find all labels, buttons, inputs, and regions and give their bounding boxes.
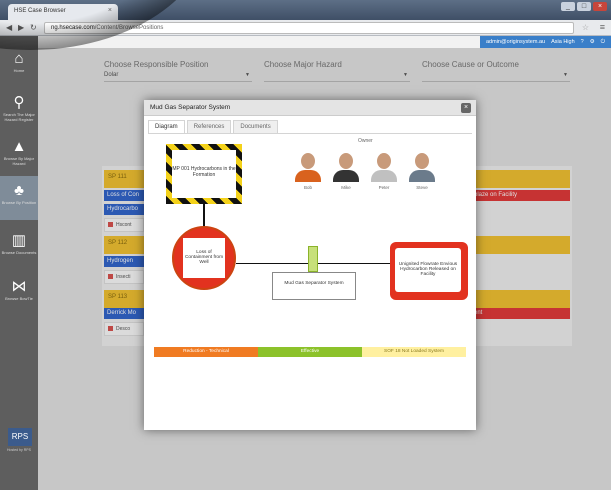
owners-label: Owner bbox=[358, 138, 373, 144]
warning-icon: ▲ bbox=[11, 138, 27, 155]
settings-icon[interactable]: ⚙ bbox=[590, 39, 595, 45]
risk-menu[interactable]: Asia High bbox=[551, 39, 575, 45]
barrier-box[interactable]: Mud Gas Separator System bbox=[272, 272, 356, 300]
legend-item: SOF 18 Not Loaded System bbox=[362, 347, 466, 357]
owner-name: Bob bbox=[303, 185, 312, 190]
url-input[interactable]: ng.hsecase.com/Content/BrowsePositions bbox=[44, 22, 574, 34]
app-topbar: admin@originsystem.au Asia High ? ⚙ ⏻ bbox=[38, 36, 611, 48]
window-close-icon[interactable]: × bbox=[593, 2, 607, 11]
book-icon: ▥ bbox=[11, 232, 27, 249]
address-bar: ◀ ▶ ↻ ng.hsecase.com/Content/BrowsePosit… bbox=[0, 20, 611, 36]
maximize-icon[interactable]: □ bbox=[577, 2, 591, 11]
back-icon[interactable]: ◀ bbox=[6, 23, 12, 32]
bowtie-modal: Mud Gas Separator System × Diagram Refer… bbox=[144, 100, 476, 430]
search-icon: ⚲ bbox=[13, 94, 25, 111]
sidebar-item-label: Browse Documents bbox=[1, 250, 37, 255]
app-root: HSE Case Browser × _ □ × ◀ ▶ ↻ ng.hsecas… bbox=[0, 0, 611, 490]
sidebar-item-label: Browse By Major Hazard bbox=[3, 156, 35, 166]
help-icon[interactable]: ? bbox=[581, 39, 584, 45]
barrier-legend: Reduction - Technical Effective SOF 18 N… bbox=[154, 347, 466, 357]
owner-photo[interactable] bbox=[330, 148, 362, 182]
url-domain: ng.hsecase.com bbox=[51, 25, 95, 31]
star-icon[interactable]: ☆ bbox=[582, 23, 589, 32]
minimize-icon[interactable]: _ bbox=[561, 2, 575, 11]
url-path: /Content/BrowsePositions bbox=[94, 25, 164, 31]
connector-line bbox=[203, 204, 205, 228]
owner-name: Mike bbox=[341, 185, 351, 190]
sidebar-item-label: Search The Major Hazard Register bbox=[3, 112, 35, 122]
forward-icon[interactable]: ▶ bbox=[18, 23, 24, 32]
sidebar-item-home[interactable]: ⌂ Home bbox=[0, 44, 38, 88]
consequence-box[interactable]: Unignited Flowrate Envious Hydrocarbon R… bbox=[390, 242, 468, 300]
owner-photo[interactable] bbox=[368, 148, 400, 182]
tab-close-icon[interactable]: × bbox=[108, 7, 112, 14]
legend-item: Effective bbox=[258, 347, 362, 357]
bowtie-icon: ⋈ bbox=[11, 278, 27, 295]
sidebar-item-label: Browse By Position bbox=[1, 200, 37, 205]
powered-by: Hosted by RPS bbox=[7, 448, 31, 452]
browser-titlebar: HSE Case Browser × _ □ × bbox=[0, 0, 611, 20]
home-icon: ⌂ bbox=[14, 50, 24, 67]
reload-icon[interactable]: ↻ bbox=[30, 23, 37, 32]
people-icon: ♣ bbox=[14, 182, 24, 199]
top-event-circle[interactable]: Loss of Containment from Well bbox=[172, 226, 236, 290]
legend-item: Reduction - Technical bbox=[154, 347, 258, 357]
sidebar-item-search[interactable]: ⚲ Search The Major Hazard Register bbox=[0, 88, 38, 132]
top-event-text: Loss of Containment from Well bbox=[183, 238, 225, 278]
sidebar-item-hazard[interactable]: ▲ Browse By Major Hazard bbox=[0, 132, 38, 176]
sidebar-item-bowtie[interactable]: ⋈ Browse BowTie bbox=[0, 272, 38, 316]
barrier-marker[interactable] bbox=[308, 246, 318, 272]
browser-tab[interactable]: HSE Case Browser × bbox=[8, 4, 118, 20]
user-menu[interactable]: admin@originsystem.au bbox=[486, 39, 545, 45]
hazard-text: MP 001 Hydrocarbons in the Formation bbox=[172, 150, 236, 198]
user-bar: admin@originsystem.au Asia High ? ⚙ ⏻ bbox=[480, 36, 611, 48]
sidebar-item-documents[interactable]: ▥ Browse Documents bbox=[0, 226, 38, 270]
owner-photo[interactable] bbox=[406, 148, 438, 182]
signout-icon[interactable]: ⏻ bbox=[601, 39, 605, 46]
sidebar-item-label: Home bbox=[13, 68, 25, 73]
sidebar-item-position[interactable]: ♣ Browse By Position bbox=[0, 176, 38, 220]
window-controls: _ □ × bbox=[561, 2, 607, 11]
owner-name: Steve bbox=[416, 185, 428, 190]
sidebar: ⌂ Home ⚲ Search The Major Hazard Registe… bbox=[0, 36, 38, 490]
menu-icon[interactable]: ≡ bbox=[600, 22, 605, 32]
sidebar-item-label: Browse BowTie bbox=[5, 296, 33, 301]
consequence-text: Unignited Flowrate Envious Hydrocarbon R… bbox=[395, 248, 461, 292]
rps-logo: RPS bbox=[8, 428, 32, 446]
tab-title: HSE Case Browser bbox=[14, 8, 66, 14]
bowtie-diagram: MP 001 Hydrocarbons in the Formation Los… bbox=[144, 100, 476, 430]
owner-photo[interactable] bbox=[292, 148, 324, 182]
hazard-box[interactable]: MP 001 Hydrocarbons in the Formation bbox=[166, 144, 242, 204]
owner-name: Peter bbox=[378, 185, 390, 190]
